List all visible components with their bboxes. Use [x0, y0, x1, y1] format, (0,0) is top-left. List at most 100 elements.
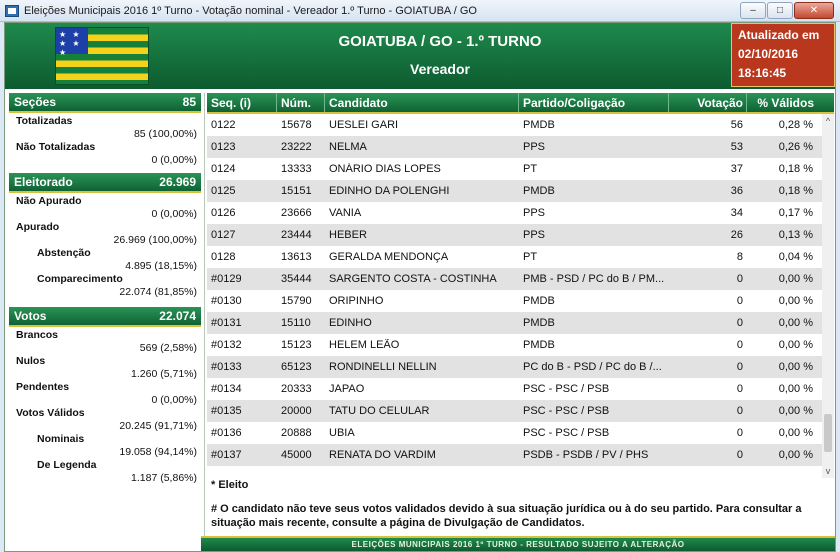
cell-seq: #0133 — [211, 361, 242, 373]
cell-candidate: UBIA — [329, 427, 355, 439]
table-row[interactable]: 0124 13333 ONÁRIO DIAS LOPES PT 37 0,18 % — [207, 158, 834, 180]
table-row[interactable]: #0133 65123 RONDINELLI NELLIN PC do B - PSD… — [207, 356, 834, 378]
cell-number: 15110 — [281, 317, 311, 329]
cell-seq: 0122 — [211, 119, 236, 131]
cell-seq: #0137 — [211, 449, 242, 461]
cell-number: 15151 — [281, 185, 312, 197]
updated-label: Atualizado em — [738, 28, 820, 42]
secoes-value: 85 — [182, 95, 196, 109]
scroll-up-icon[interactable]: ^ — [822, 114, 834, 128]
nao-totalizadas-value: 0 (0,00%) — [151, 154, 197, 166]
legenda-value: 1.187 (5,86%) — [131, 472, 197, 484]
table-row[interactable]: 0128 13613 GERALDA MENDONÇA PT 8 0,04 % — [207, 246, 834, 268]
nulos-value: 1.260 (5,71%) — [131, 368, 197, 380]
col-votes-header[interactable]: Votação — [669, 93, 747, 112]
cell-seq: 0127 — [211, 229, 236, 241]
cell-votes: 0 — [736, 317, 743, 329]
secoes-box: Totalizadas 85 (100,00%) Não Totalizadas… — [9, 113, 201, 173]
scroll-down-icon[interactable]: v — [822, 464, 834, 478]
cell-votes: 0 — [736, 427, 743, 439]
table-row[interactable]: 0127 23444 HEBER PPS 26 0,13 % — [207, 224, 834, 246]
minimize-button[interactable]: – — [740, 2, 766, 19]
table-row[interactable]: 0123 23222 NELMA PPS 53 0,26 % — [207, 136, 834, 158]
eleitorado-header: Eleitorado 26.969 — [9, 173, 201, 193]
cell-seq: #0132 — [211, 339, 242, 351]
comparecimento-label: Comparecimento — [37, 273, 123, 285]
table-row[interactable]: #0132 15123 HELEM LEÃO PMDB 0 0,00 % — [207, 334, 834, 356]
cell-party: PMDB — [523, 119, 555, 131]
window-title: Eleições Municipais 2016 1º Turno - Vota… — [24, 4, 477, 17]
brancos-label: Brancos — [16, 329, 59, 341]
pendentes-value: 0 (0,00%) — [151, 394, 197, 406]
cell-candidate: VANIA — [329, 207, 362, 219]
comparecimento-value: 22.074 (81,85%) — [119, 286, 197, 298]
cell-party: PMB - PSD / PC do B / PM... — [523, 273, 665, 285]
updated-date: 02/10/2016 — [738, 47, 799, 61]
cell-number: 15678 — [281, 119, 312, 131]
table-row[interactable]: #0135 20000 TATU DO CELULAR PSC - PSC / PSB… — [207, 400, 834, 422]
table-row[interactable]: #0134 20333 JAPAO PSC - PSC / PSB 0 0,00 % — [207, 378, 834, 400]
cell-party: PMDB — [523, 339, 555, 351]
table-row[interactable]: 0125 15151 EDINHO DA POLENGHI PMDB 36 0,18 % — [207, 180, 834, 202]
votos-value: 22.074 — [159, 309, 196, 323]
page-subtitle: Vereador — [410, 61, 470, 77]
cell-number: 13333 — [281, 163, 312, 175]
cell-party: PMDB — [523, 185, 555, 197]
maximize-button[interactable]: □ — [767, 2, 793, 19]
cell-candidate: RONDINELLI NELLIN — [329, 361, 437, 373]
cell-pct: 0,04 % — [778, 251, 813, 263]
eleitorado-label: Eleitorado — [14, 175, 73, 189]
cell-candidate: EDINHO DA POLENGHI — [329, 185, 450, 197]
cell-seq: #0134 — [211, 383, 242, 395]
col-pct-header[interactable]: % Válidos — [747, 93, 817, 112]
cell-number: 45000 — [281, 449, 312, 461]
header-banner: ★ ★ ★ ★ ★ GOIATUBA / GO - 1.º TURNO Vere… — [5, 23, 835, 89]
cell-party: PSC - PSC / PSB — [523, 383, 610, 395]
cell-pct: 0,00 % — [778, 383, 813, 395]
eleitorado-box: Não Apurado 0 (0,00%) Apurado 26.969 (10… — [9, 193, 201, 307]
window-titlebar: Eleições Municipais 2016 1º Turno - Vota… — [0, 0, 840, 22]
cell-number: 15123 — [281, 339, 312, 351]
table-row[interactable]: #0129 35444 SARGENTO COSTA - COSTINHA PMB -… — [207, 268, 834, 290]
table-row[interactable]: 0122 15678 UESLEI GARI PMDB 56 0,28 % — [207, 114, 834, 136]
votos-box: Brancos 569 (2,58%) Nulos 1.260 (5,71%) … — [9, 327, 201, 485]
secoes-label: Seções — [14, 95, 57, 109]
nulos-label: Nulos — [16, 355, 46, 367]
cell-party: PMDB — [523, 295, 555, 307]
cell-number: 23444 — [281, 229, 312, 241]
cell-votes: 8 — [736, 251, 743, 263]
flag-stars: ★ ★ ★ ★ ★ — [56, 28, 88, 57]
table-scrollbar[interactable]: ^ v — [822, 114, 834, 478]
updated-box: Atualizado em 02/10/2016 18:16:45 — [731, 23, 835, 87]
table-body: 0122 15678 UESLEI GARI PMDB 56 0,28 % 0123 2322… — [207, 114, 834, 466]
votos-label: Votos — [14, 309, 47, 323]
cell-candidate: ORIPINHO — [329, 295, 384, 307]
cell-seq: 0123 — [211, 141, 236, 153]
table-row[interactable]: 0126 23666 VANIA PPS 34 0,17 % — [207, 202, 834, 224]
table-row[interactable]: #0131 15110 EDINHO PMDB 0 0,00 % — [207, 312, 834, 334]
close-button[interactable]: ✕ — [794, 2, 834, 19]
nao-apurado-value: 0 (0,00%) — [151, 208, 197, 220]
cell-votes: 37 — [730, 163, 743, 175]
cell-pct: 0,13 % — [778, 229, 813, 241]
cell-number: 23666 — [281, 207, 312, 219]
scroll-thumb[interactable] — [824, 414, 832, 452]
table-row[interactable]: #0130 15790 ORIPINHO PMDB 0 0,00 % — [207, 290, 834, 312]
col-party-header[interactable]: Partido/Coligação — [519, 93, 669, 112]
cell-party: PC do B - PSD / PC do B /... — [523, 361, 662, 373]
col-num-header[interactable]: Núm. — [277, 93, 325, 112]
legenda-label: De Legenda — [37, 459, 97, 471]
secoes-header: Seções 85 — [9, 93, 201, 113]
cell-pct: 0,26 % — [778, 141, 813, 153]
cell-candidate: ONÁRIO DIAS LOPES — [329, 163, 441, 175]
cell-pct: 0,00 % — [778, 361, 813, 373]
table-row[interactable]: #0136 20888 UBIA PSC - PSC / PSB 0 0,00 % — [207, 422, 834, 444]
goias-flag-icon: ★ ★ ★ ★ ★ — [55, 27, 149, 85]
table-row[interactable]: #0137 45000 RENATA DO VARDIM PSDB - PSDB / … — [207, 444, 834, 466]
col-seq-header[interactable]: Seq. (i) — [207, 93, 277, 112]
page-title: GOIATUBA / GO - 1.º TURNO — [338, 33, 542, 50]
cell-pct: 0,00 % — [778, 295, 813, 307]
abstencao-value: 4.895 (18,15%) — [125, 260, 197, 272]
col-candidate-header[interactable]: Candidato — [325, 93, 519, 112]
cell-number: 65123 — [281, 361, 312, 373]
